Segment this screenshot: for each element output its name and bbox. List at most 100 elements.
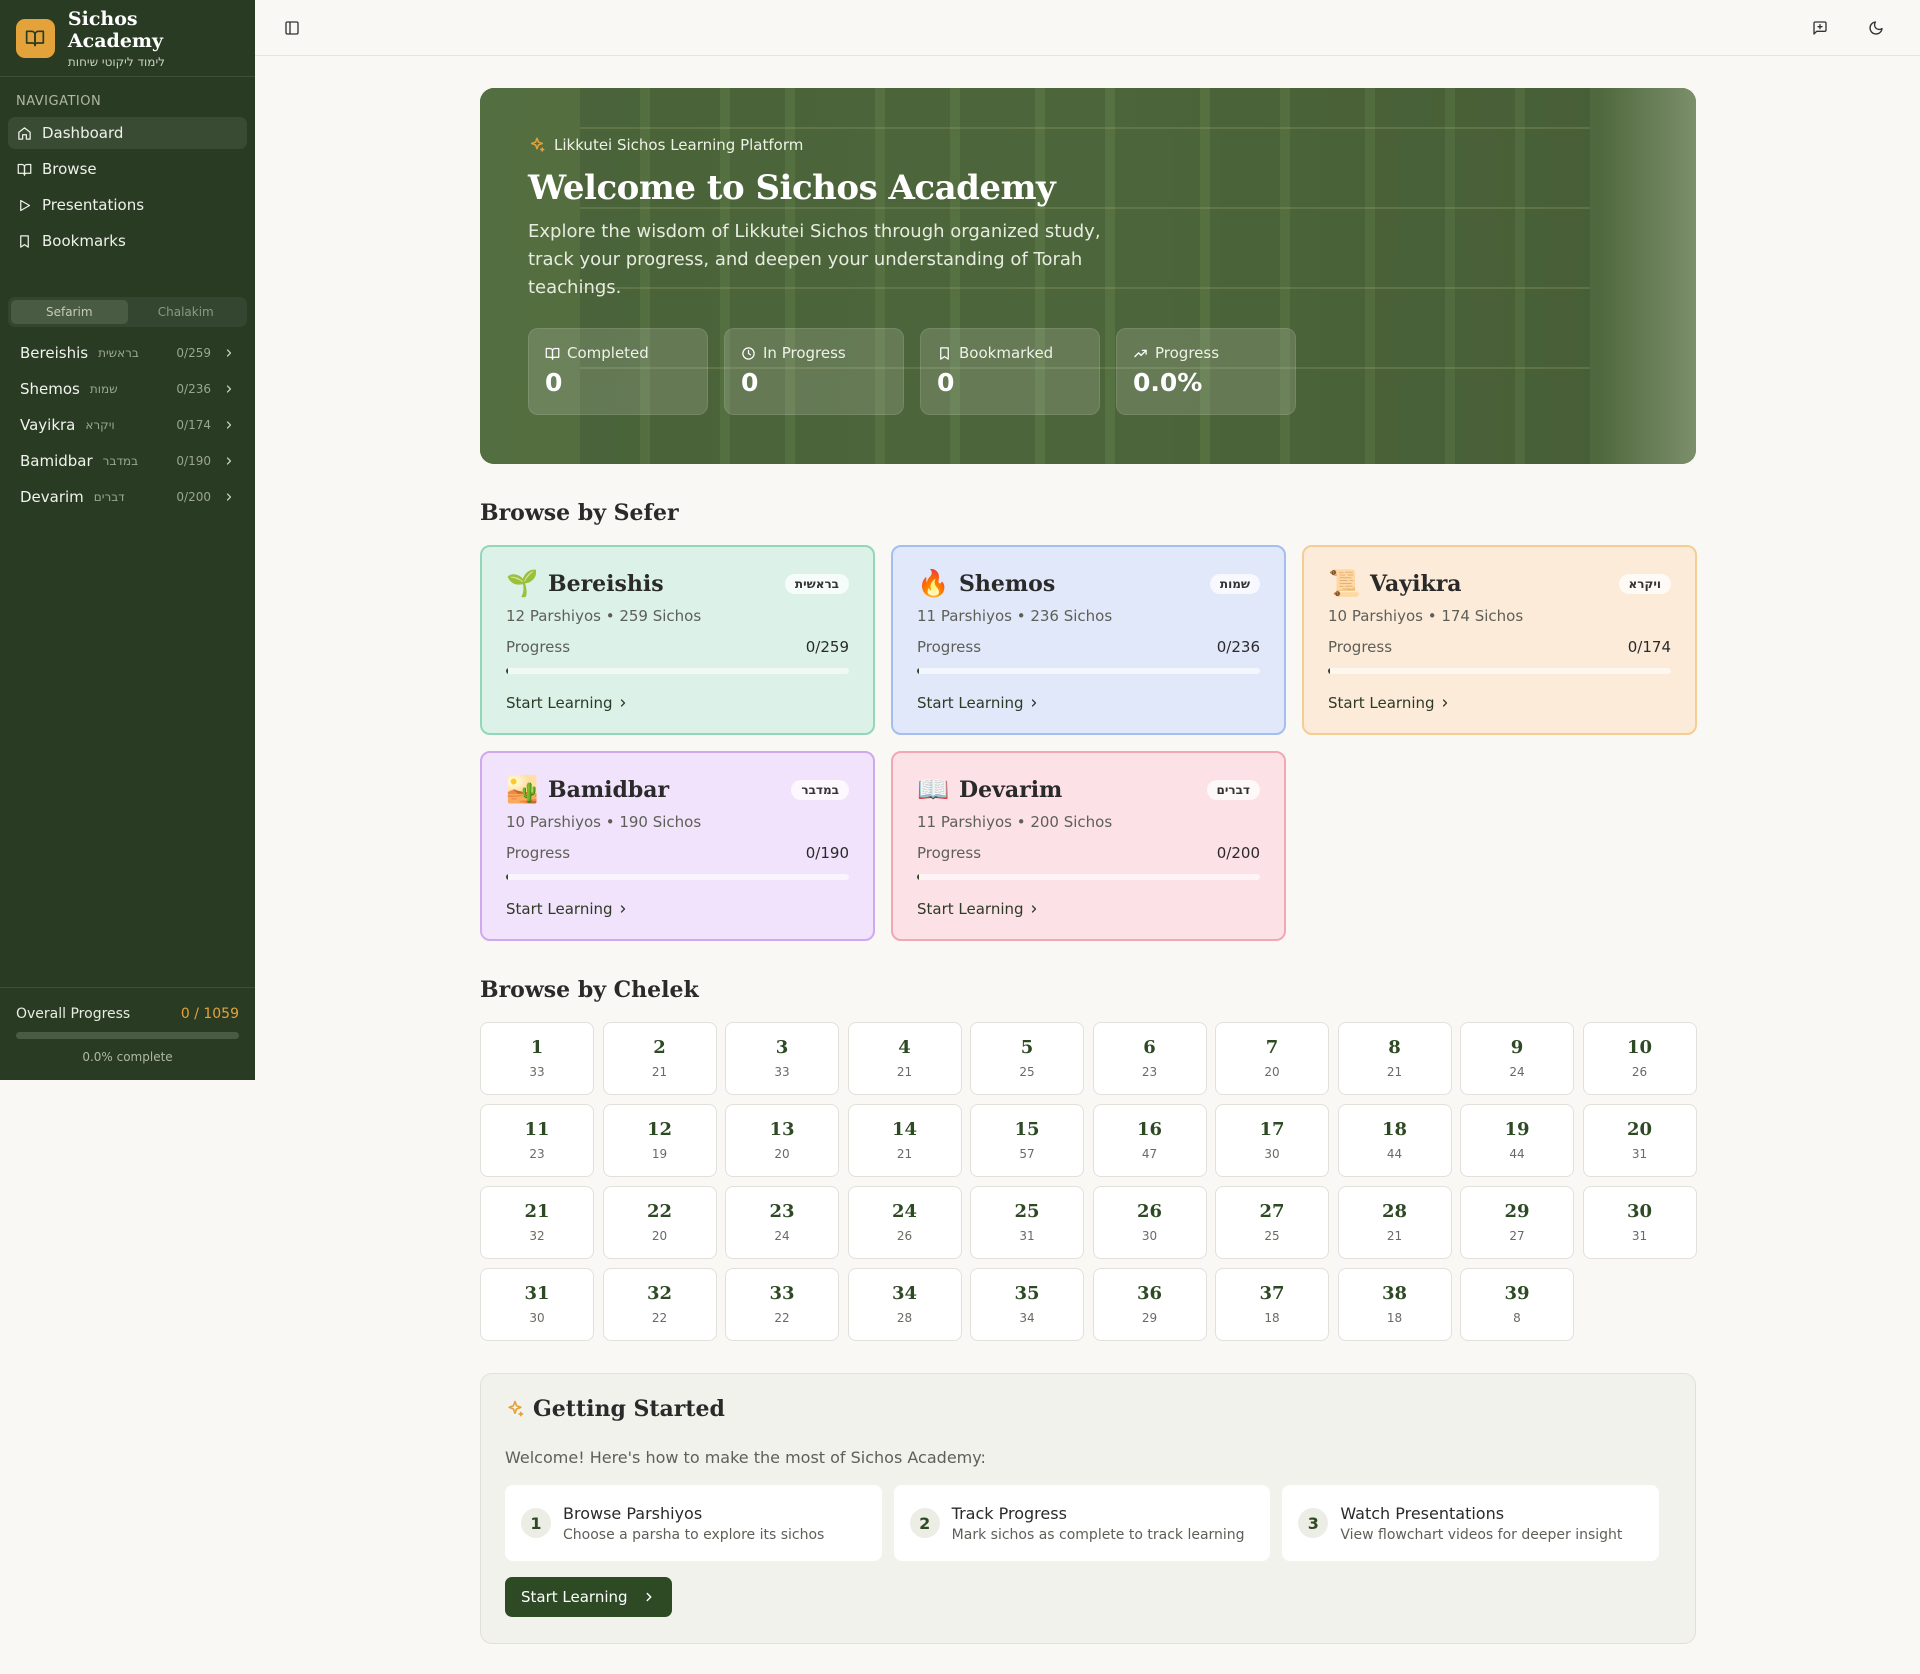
chelek-number: 12	[646, 1119, 673, 1140]
sefer-emoji-icon: 🌱	[506, 569, 539, 599]
chelek-tile-12[interactable]: 12 19	[602, 1104, 717, 1177]
chelek-tile-7[interactable]: 7 20	[1215, 1022, 1329, 1095]
theme-toggle-button[interactable]	[1862, 14, 1890, 42]
sefer-card-vayikra[interactable]: 📜 Vayikra ויקרא 10 Parshiyos • 174 Sichos Pr…	[1302, 545, 1697, 735]
chelek-tile-5[interactable]: 5 25	[970, 1022, 1084, 1095]
chelek-tile-1[interactable]: 1 33	[480, 1022, 594, 1095]
chelek-sichos-count: 26	[1631, 1065, 1648, 1079]
sefer-card-subtitle: 11 Parshiyos • 200 Sichos	[917, 813, 1113, 831]
stat-label: Progress	[1155, 344, 1220, 362]
chelek-tile-19[interactable]: 19 44	[1460, 1104, 1574, 1177]
chelek-tile-28[interactable]: 28 21	[1337, 1186, 1452, 1259]
sidebar-sefer-vayikra[interactable]: Vayikra ויקרא 0/174	[0, 407, 255, 443]
chelek-tile-32[interactable]: 32 22	[602, 1268, 717, 1341]
chelek-number: 20	[1626, 1119, 1653, 1140]
chelek-tile-17[interactable]: 17 30	[1215, 1104, 1329, 1177]
start-learning-link[interactable]: Start Learning	[1328, 694, 1671, 712]
chelek-tile-4[interactable]: 4 21	[847, 1022, 962, 1095]
tab-chalakim[interactable]: Chalakim	[128, 300, 245, 324]
hero-banner: Likkutei Sichos Learning Platform Welcom…	[480, 88, 1696, 464]
stat-bookmarked: Bookmarked 0	[920, 328, 1100, 415]
chelek-sichos-count: 20	[774, 1147, 790, 1161]
chevron-right-icon	[226, 421, 232, 429]
sefer-card-title: Bereishis	[548, 571, 664, 597]
chelek-sichos-count: 21	[896, 1065, 913, 1079]
chelek-tile-8[interactable]: 8 21	[1337, 1022, 1452, 1095]
brand[interactable]: Sichos Academy לימוד ליקוטי שיחות	[0, 0, 255, 77]
sidebar-sefer-bereishis[interactable]: Bereishis בראשית 0/259	[0, 335, 255, 371]
sidebar-sefer-list: Bereishis בראשית 0/259 Shemos שמות 0/236 Vayik…	[0, 335, 255, 515]
start-learning-link[interactable]: Start Learning	[917, 694, 1260, 712]
chelek-tile-23[interactable]: 23 24	[725, 1186, 839, 1259]
chelek-tile-39[interactable]: 39 8	[1460, 1268, 1574, 1341]
sidebar-sefer-bamidbar[interactable]: Bamidbar במדבר 0/190	[0, 443, 255, 479]
chelek-tile-27[interactable]: 27 25	[1215, 1186, 1329, 1259]
sefer-progress-fill	[1328, 668, 1330, 674]
sidebar-toggle-button[interactable]	[278, 14, 306, 42]
getting-started-description: Welcome! Here's how to make the most of …	[505, 1448, 986, 1467]
sefer-card-shemos[interactable]: 🔥 Shemos שמות 11 Parshiyos • 236 Sichos Prog…	[891, 545, 1286, 735]
nav-item-presentations[interactable]: Presentations	[8, 189, 247, 221]
chelek-tile-34[interactable]: 34 28	[847, 1268, 962, 1341]
sefer-card-devarim[interactable]: 📖 Devarim דברים 11 Parshiyos • 200 Sichos Pr…	[891, 751, 1286, 941]
panel-left-icon	[285, 21, 299, 35]
chelek-tile-37[interactable]: 37 18	[1215, 1268, 1329, 1341]
chelek-tile-18[interactable]: 18 44	[1337, 1104, 1452, 1177]
chelek-tile-15[interactable]: 15 57	[970, 1104, 1084, 1177]
nav-item-browse[interactable]: Browse	[8, 153, 247, 185]
progress-value: 0/190	[805, 844, 849, 862]
start-learning-link[interactable]: Start Learning	[917, 900, 1260, 918]
browse-sefer-title: Browse by Sefer	[480, 500, 679, 526]
nav-item-bookmarks[interactable]: Bookmarks	[8, 225, 247, 257]
chelek-tile-36[interactable]: 36 29	[1092, 1268, 1207, 1341]
chelek-tile-33[interactable]: 33 22	[725, 1268, 839, 1341]
getting-started-step: 3 Watch Presentations View flowchart video…	[1282, 1485, 1660, 1561]
chelek-tile-25[interactable]: 25 31	[970, 1186, 1084, 1259]
chelek-tile-31[interactable]: 31 30	[480, 1268, 594, 1341]
chelek-tile-13[interactable]: 13 20	[725, 1104, 839, 1177]
start-learning-link[interactable]: Start Learning	[506, 694, 849, 712]
chelek-tile-20[interactable]: 20 31	[1582, 1104, 1697, 1177]
chevron-right-icon	[1442, 699, 1447, 707]
chelek-number: 21	[524, 1201, 550, 1222]
chelek-tile-29[interactable]: 29 27	[1460, 1186, 1574, 1259]
sefer-card-bereishis[interactable]: 🌱 Bereishis בראשית 12 Parshiyos • 259 Sicho…	[480, 545, 875, 735]
chelek-tile-16[interactable]: 16 47	[1092, 1104, 1207, 1177]
tab-sefarim[interactable]: Sefarim	[11, 300, 128, 324]
chelek-tile-2[interactable]: 2 21	[602, 1022, 717, 1095]
nav-label: Browse	[42, 160, 97, 178]
chelek-tile-30[interactable]: 30 31	[1582, 1186, 1697, 1259]
chelek-tile-24[interactable]: 24 26	[847, 1186, 962, 1259]
sefer-hebrew-badge: דברים	[1206, 780, 1260, 800]
chelek-tile-35[interactable]: 35 34	[970, 1268, 1084, 1341]
chelek-tile-10[interactable]: 10 26	[1582, 1022, 1697, 1095]
sefer-name: Shemos	[20, 380, 80, 398]
chelek-tile-6[interactable]: 6 23	[1092, 1022, 1207, 1095]
topbar	[255, 0, 1920, 56]
chelek-number: 16	[1136, 1119, 1163, 1140]
chelek-sichos-count: 23	[529, 1147, 545, 1161]
chelek-tile-38[interactable]: 38 18	[1337, 1268, 1452, 1341]
chelek-tile-11[interactable]: 11 23	[480, 1104, 594, 1177]
chelek-number: 37	[1259, 1283, 1285, 1304]
chelek-tile-22[interactable]: 22 20	[602, 1186, 717, 1259]
nav-item-dashboard[interactable]: Dashboard	[8, 117, 247, 149]
getting-started-panel: Getting Started Welcome! Here's how to m…	[480, 1373, 1696, 1644]
feedback-button[interactable]	[1806, 14, 1834, 42]
sparkles-icon	[508, 1400, 524, 1417]
chelek-number: 35	[1014, 1283, 1040, 1304]
sefer-card-title: Shemos	[959, 571, 1056, 597]
start-learning-button[interactable]: Start Learning	[505, 1577, 672, 1617]
chelek-tile-21[interactable]: 21 32	[480, 1186, 594, 1259]
sidebar-sefer-shemos[interactable]: Shemos שמות 0/236	[0, 371, 255, 407]
chelek-tile-14[interactable]: 14 21	[847, 1104, 962, 1177]
chelek-tile-26[interactable]: 26 30	[1092, 1186, 1207, 1259]
chelek-number: 10	[1626, 1037, 1653, 1058]
sefer-card-bamidbar[interactable]: 🏜️ Bamidbar במדבר 10 Parshiyos • 190 Sichos…	[480, 751, 875, 941]
sidebar-sefer-devarim[interactable]: Devarim דברים 0/200	[0, 479, 255, 515]
chelek-number: 5	[1020, 1037, 1034, 1058]
chelek-tile-3[interactable]: 3 33	[725, 1022, 839, 1095]
chelek-tile-9[interactable]: 9 24	[1460, 1022, 1574, 1095]
start-learning-link[interactable]: Start Learning	[506, 900, 849, 918]
chelek-number: 2	[653, 1037, 666, 1058]
